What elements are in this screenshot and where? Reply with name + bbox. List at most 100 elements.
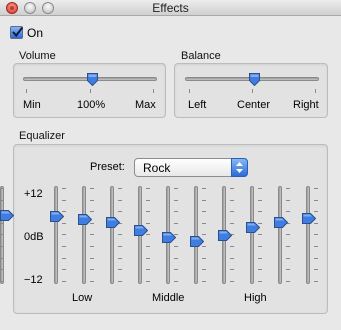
title-bar[interactable]: Effects	[0, 0, 341, 16]
eq-tick	[314, 246, 318, 247]
eq-tick	[230, 246, 234, 247]
eq-tick	[0, 199, 4, 201]
eq-band-2-track[interactable]	[110, 186, 114, 284]
eq-band-1-track[interactable]	[82, 186, 86, 284]
eq-group-high: High	[244, 292, 267, 304]
eq-tick	[314, 280, 318, 282]
eq-tick	[286, 257, 290, 259]
eq-tick	[146, 199, 150, 201]
eq-tick	[146, 280, 150, 282]
eq-tick	[90, 280, 94, 282]
eq-group-low: Low	[72, 292, 93, 304]
eq-tick	[118, 234, 122, 236]
eq-scale-mid: 0dB	[24, 231, 44, 243]
eq-tick	[230, 280, 234, 282]
eq-tick	[146, 257, 150, 259]
eq-tick	[230, 211, 234, 213]
eq-tick	[174, 222, 178, 224]
eq-tick	[286, 246, 290, 247]
eq-tick	[90, 257, 94, 259]
eq-tick	[118, 188, 122, 189]
balance-groupbox: Left Center Right	[174, 63, 328, 118]
eq-tick	[174, 246, 178, 247]
eq-scale-bottom: −12	[24, 274, 43, 286]
eq-band-9-track[interactable]	[306, 186, 310, 284]
eq-tick	[146, 269, 150, 271]
preset-label: Preset:	[90, 161, 125, 173]
eq-tick	[202, 199, 206, 201]
eq-tick	[62, 246, 66, 247]
eq-tick	[286, 280, 290, 282]
eq-tick	[314, 188, 318, 189]
eq-tick	[258, 211, 262, 213]
preset-popup[interactable]: Rock	[134, 158, 248, 177]
eq-tick	[230, 188, 234, 189]
eq-band-2-thumb[interactable]	[106, 217, 120, 229]
eq-tick	[258, 257, 262, 259]
eq-band-10-thumb[interactable]	[0, 210, 14, 222]
eq-tick	[174, 280, 178, 282]
balance-left-label: Left	[188, 99, 207, 111]
eq-tick	[118, 199, 122, 201]
balance-tick	[252, 89, 253, 93]
eq-tick	[286, 199, 290, 201]
eq-band-1-thumb[interactable]	[78, 214, 92, 226]
eq-tick	[0, 222, 4, 224]
eq-tick	[0, 234, 4, 236]
eq-band-5-thumb[interactable]	[190, 235, 204, 247]
eq-tick	[202, 280, 206, 282]
eq-band-3-thumb[interactable]	[134, 225, 148, 237]
balance-group-title: Balance	[181, 50, 221, 62]
eq-tick	[314, 234, 318, 236]
eq-tick	[118, 246, 122, 247]
volume-tick	[90, 89, 91, 93]
eq-tick	[258, 280, 262, 282]
effects-window: Effects On Volume Min 100% Max Balance L…	[0, 0, 341, 330]
eq-group-middle: Middle	[152, 292, 185, 304]
volume-value-label: 100%	[77, 99, 106, 111]
volume-max-label: Max	[135, 99, 156, 111]
eq-tick	[230, 269, 234, 271]
on-checkbox-row[interactable]: On	[10, 25, 43, 40]
volume-slider-thumb[interactable]	[86, 73, 98, 86]
eq-tick	[202, 257, 206, 259]
balance-center-label: Center	[237, 99, 271, 111]
balance-slider-thumb[interactable]	[248, 73, 260, 86]
eq-band-6-thumb[interactable]	[218, 230, 232, 241]
eq-tick	[202, 269, 206, 271]
eq-tick	[258, 188, 262, 189]
eq-tick	[0, 280, 4, 282]
eq-band-9-thumb[interactable]	[302, 213, 316, 225]
eq-tick	[62, 269, 66, 271]
eq-tick	[230, 257, 234, 259]
eq-tick	[314, 199, 318, 201]
eq-tick	[202, 222, 206, 224]
eq-tick	[146, 246, 150, 247]
eq-band-4-thumb[interactable]	[162, 231, 176, 243]
eq-tick	[90, 211, 94, 213]
eq-scale-top: +12	[24, 188, 43, 200]
eq-band-8-thumb[interactable]	[274, 217, 288, 229]
eq-band-8-track[interactable]	[278, 186, 282, 284]
eq-tick	[0, 188, 4, 189]
eq-tick	[62, 257, 66, 259]
on-checkbox-label: On	[27, 25, 44, 40]
eq-tick	[62, 222, 66, 224]
eq-band-7-track[interactable]	[250, 186, 254, 284]
eq-tick	[174, 269, 178, 271]
balance-tick	[315, 89, 316, 93]
eq-preamp-track[interactable]	[54, 186, 58, 284]
balance-right-label: Right	[293, 99, 319, 111]
eq-tick	[90, 246, 94, 247]
eq-tick	[258, 269, 262, 271]
on-checkbox[interactable]	[10, 26, 23, 39]
eq-tick	[146, 211, 150, 213]
volume-group-title: Volume	[19, 50, 56, 62]
eq-tick	[286, 211, 290, 213]
eq-tick	[230, 199, 234, 201]
eq-tick	[286, 234, 290, 236]
eq-tick	[62, 234, 66, 236]
eq-preamp-thumb[interactable]	[50, 211, 64, 223]
eq-tick	[90, 269, 94, 271]
eq-band-7-thumb[interactable]	[246, 222, 260, 234]
